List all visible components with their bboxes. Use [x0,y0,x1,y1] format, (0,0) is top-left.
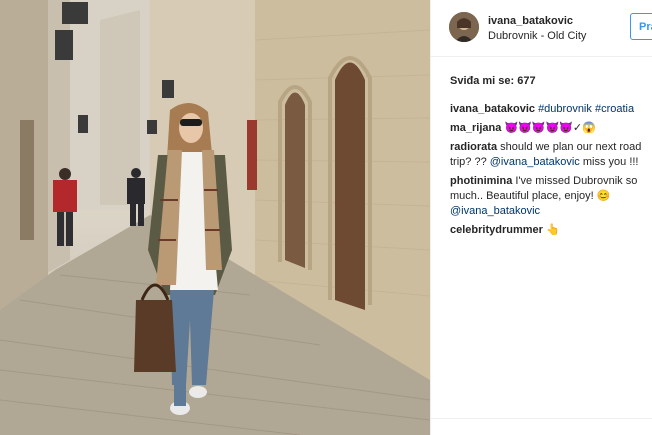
likes-count[interactable]: Sviđa mi se: 677 [450,75,536,87]
post-location[interactable]: Dubrovnik - Old City [488,30,586,42]
comment-text: 😈😈😈😈😈✓😱 [504,122,596,134]
hashtag-link[interactable]: #dubrovnik [538,103,592,115]
comment-username[interactable]: radiorata [450,141,497,153]
divider [431,418,652,419]
mention-link[interactable]: @ivana_batakovic [490,156,580,168]
avatar[interactable] [449,12,479,42]
post-username[interactable]: ivana_batakovic [488,15,573,27]
comment-username[interactable]: ma_rijana [450,122,501,134]
comment-item: radiorata should we plan our next road t… [450,140,646,170]
comment-username[interactable]: photinimina [450,175,512,187]
post-photo[interactable] [0,0,430,435]
hashtag-link[interactable]: #croatia [595,103,634,115]
post-header: ivana_batakovic Dubrovnik - Old City Pra [431,0,652,57]
follow-button[interactable]: Pra [630,13,652,40]
comment-item: photinimina I've missed Dubrovnik so muc… [450,174,646,219]
comments-list: ivana_batakovic #dubrovnik #croatia ma_r… [450,102,646,242]
comment-item: celebritydrummer 👆 [450,223,646,238]
street-scene [0,0,430,435]
comment-item: ivana_batakovic #dubrovnik #croatia [450,102,646,117]
comment-text: 👆 [546,224,560,236]
mention-link[interactable]: @ivana_batakovic [450,205,540,217]
comment-text-tail: miss you !!! [579,156,639,168]
avatar-image [449,12,479,42]
comment-username[interactable]: ivana_batakovic [450,103,535,115]
comment-item: ma_rijana 😈😈😈😈😈✓😱 [450,121,646,136]
post-side-panel: ivana_batakovic Dubrovnik - Old City Pra… [430,0,652,435]
comment-username[interactable]: celebritydrummer [450,224,543,236]
